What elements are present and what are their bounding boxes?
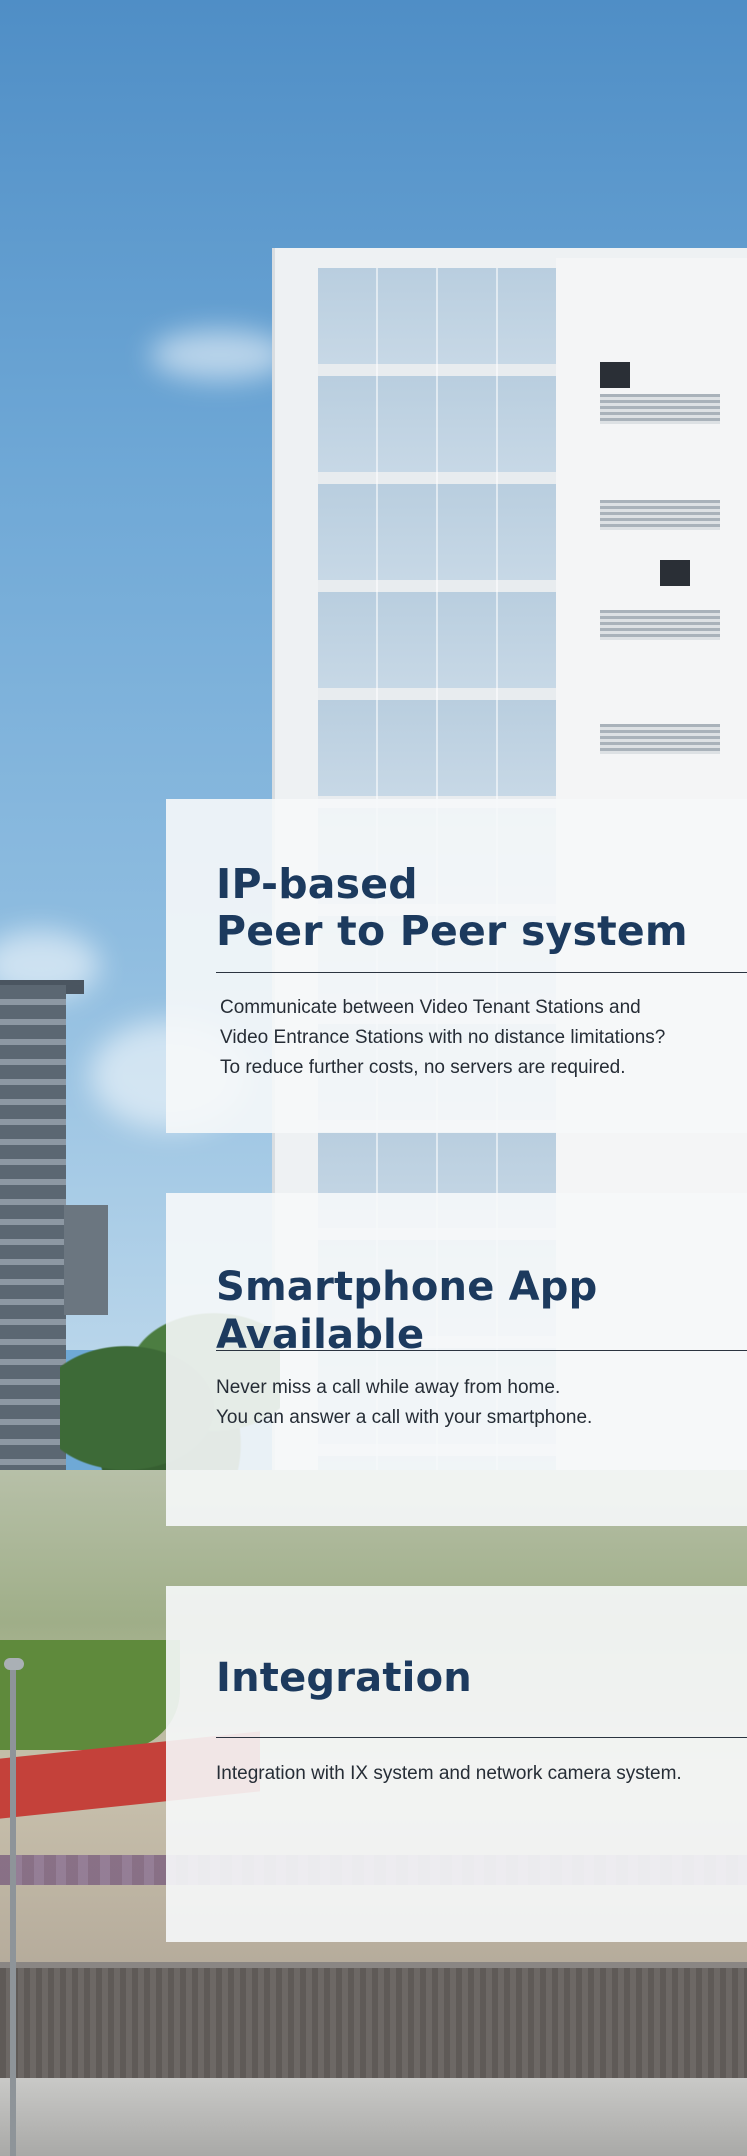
feature-description: Never miss a call while away from home. …: [216, 1373, 737, 1433]
sidewalk: [0, 2078, 747, 2156]
feature-title: Smartphone App Available: [216, 1264, 598, 1358]
description-line: Communicate between Video Tenant Station…: [220, 997, 641, 1018]
window: [600, 362, 630, 388]
feature-title: IP-based Peer to Peer system: [216, 860, 688, 955]
description-line: Video Entrance Stations with no distance…: [220, 1027, 666, 1048]
cloud: [150, 330, 290, 380]
feature-panel-p2p: IP-based Peer to Peer system Communicate…: [166, 799, 747, 1133]
divider: [216, 1350, 747, 1351]
brick-wall: [0, 1968, 747, 2078]
distant-building: [64, 1205, 108, 1315]
window: [660, 560, 690, 586]
divider: [216, 1737, 747, 1738]
balcony: [600, 394, 720, 424]
feature-description: Integration with IX system and network c…: [216, 1759, 737, 1789]
feature-description: Communicate between Video Tenant Station…: [220, 993, 737, 1083]
description-line: You can answer a call with your smartpho…: [216, 1407, 593, 1428]
street-lamp-head: [4, 1658, 24, 1670]
balcony: [600, 610, 720, 640]
street-lamp: [10, 1665, 16, 2156]
description-line: Never miss a call while away from home.: [216, 1377, 561, 1398]
description-line: To reduce further costs, no servers are …: [220, 1057, 626, 1078]
feature-panel-smartphone: Smartphone App Available Never miss a ca…: [166, 1193, 747, 1526]
balcony: [600, 724, 720, 754]
feature-panel-integration: Integration Integration with IX system a…: [166, 1586, 747, 1942]
description-line: Integration with IX system and network c…: [216, 1763, 682, 1784]
balcony: [600, 500, 720, 530]
lawn: [0, 1640, 180, 1750]
left-building: [0, 985, 66, 1485]
feature-title: Integration: [216, 1655, 472, 1701]
divider: [216, 972, 747, 973]
